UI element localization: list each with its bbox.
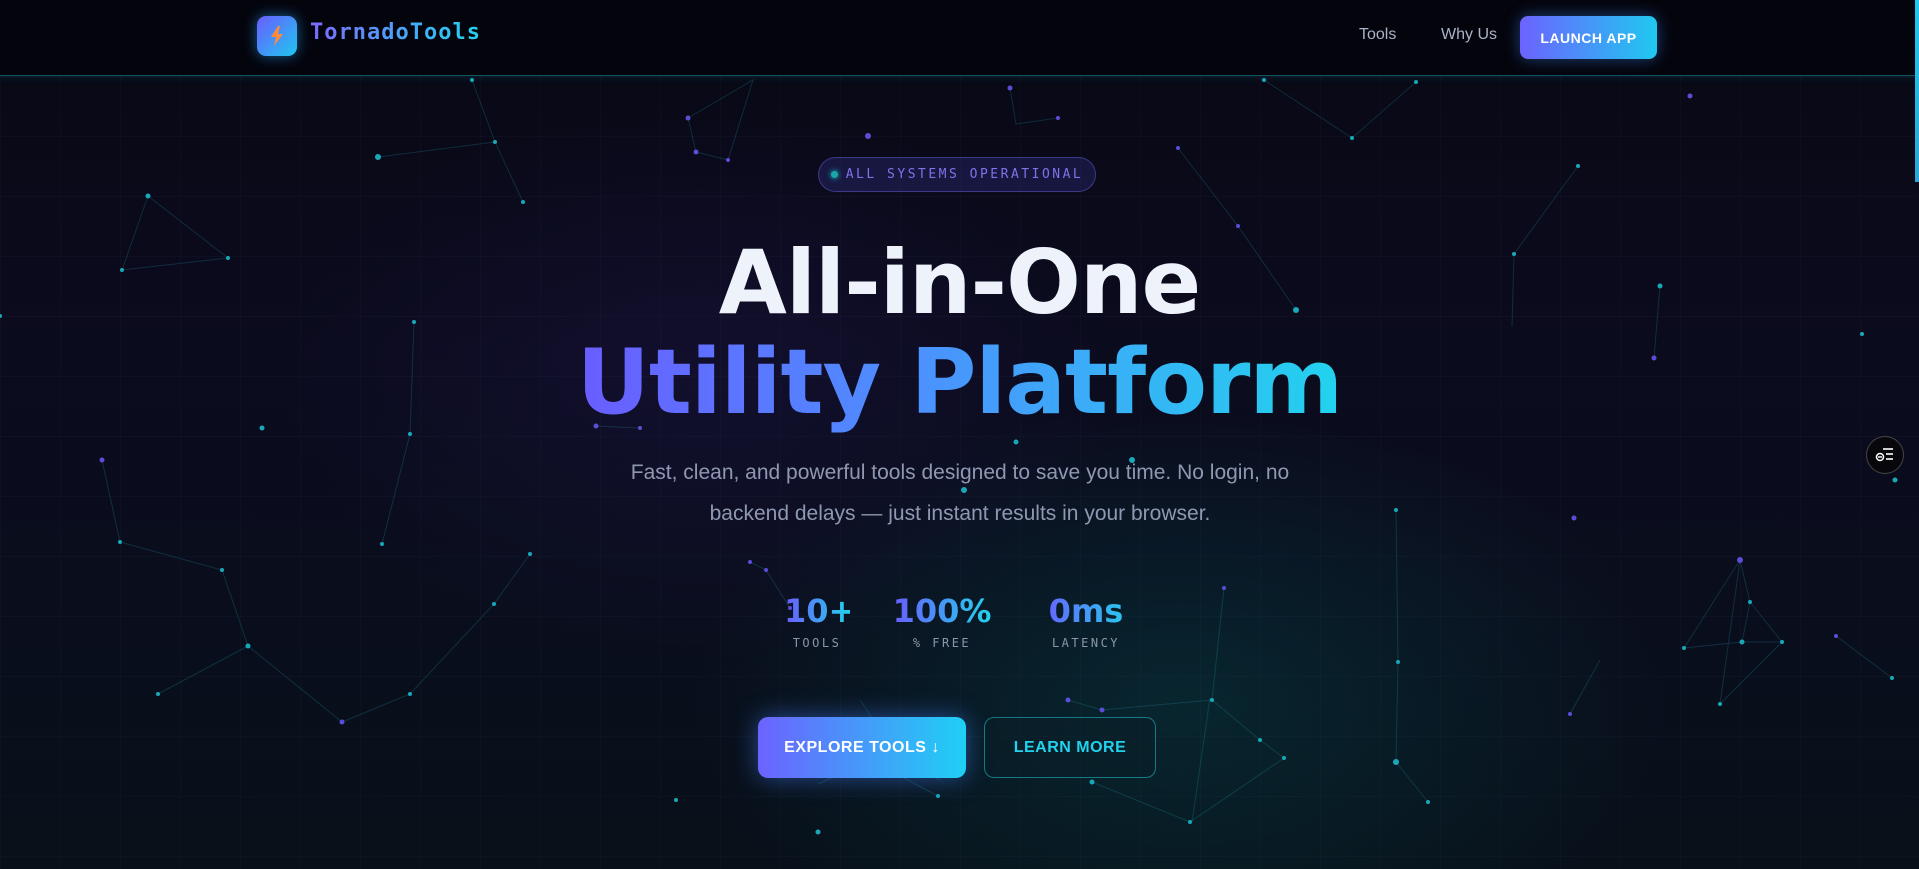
brand-name[interactable]: TornadoTools	[310, 20, 481, 45]
hero-subtitle-line2: backend delays — just instant results in…	[709, 502, 1211, 525]
stat-latency: 0ms LATENCY	[1038, 592, 1134, 650]
status-dot-icon	[830, 171, 838, 178]
bolt-icon	[271, 26, 283, 46]
scrollbar-thumb[interactable]	[1915, 0, 1919, 182]
explore-tools-button[interactable]: EXPLORE TOOLS ↓	[758, 717, 966, 778]
stat-label: % FREE	[912, 636, 972, 650]
hero-title-line1: All-in-One	[718, 231, 1201, 334]
nav-link-tools[interactable]: Tools	[1359, 26, 1396, 44]
hero-subtitle: Fast, clean, and powerful tools designed…	[610, 452, 1310, 534]
hero-title-line2-text: Utility Platform	[576, 330, 1343, 435]
hero-subtitle-line1: Fast, clean, and powerful tools designed…	[630, 461, 1290, 484]
stat-label: TOOLS	[792, 636, 842, 650]
stat-value: 10+	[784, 592, 856, 630]
hero-title-line2: Utility Platform	[0, 328, 1919, 438]
stat-value: 100%	[892, 592, 992, 630]
stat-tools: 10+ TOOLS	[784, 592, 856, 650]
status-badge: ALL SYSTEMS OPERATIONAL	[818, 157, 1096, 192]
logo-badge[interactable]	[257, 16, 297, 56]
stat-label: LATENCY	[1051, 636, 1121, 650]
stat-value: 0ms	[1038, 592, 1134, 630]
top-navbar: TornadoTools Tools Why Us LAUNCH APP	[0, 0, 1919, 76]
status-badge-text: ALL SYSTEMS OPERATIONAL	[845, 167, 1084, 182]
nav-link-why-us[interactable]: Why Us	[1441, 26, 1497, 44]
accessibility-menu-icon	[1875, 448, 1893, 462]
stat-free: 100% % FREE	[892, 592, 992, 650]
side-widget-button[interactable]	[1866, 436, 1904, 474]
launch-app-button[interactable]: LAUNCH APP	[1520, 16, 1657, 59]
learn-more-button[interactable]: LEARN MORE	[984, 717, 1156, 778]
